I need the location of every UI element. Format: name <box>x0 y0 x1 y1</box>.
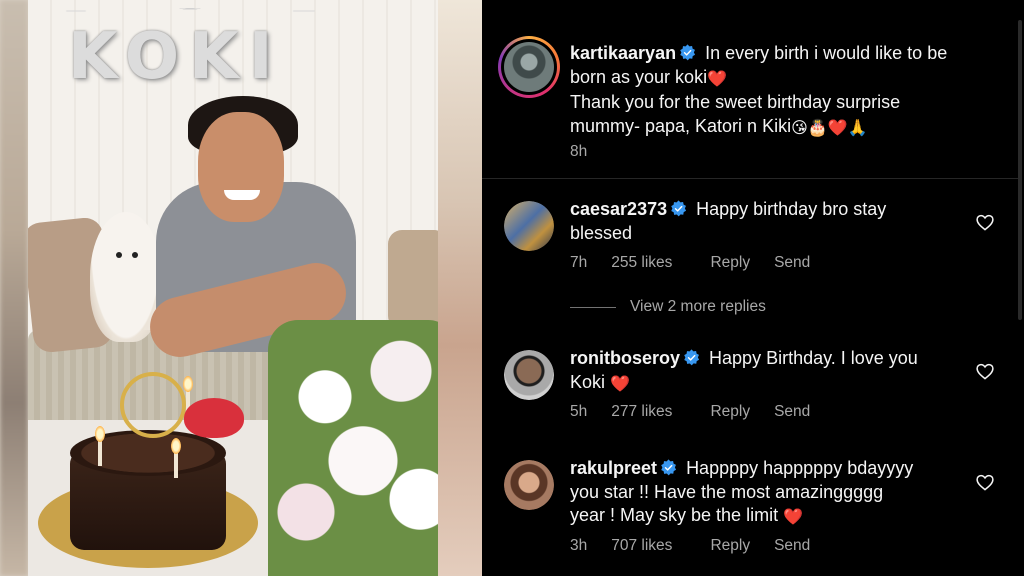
comment-avatar[interactable] <box>504 350 554 400</box>
heart-emoji: ❤️ <box>610 375 630 393</box>
dog-eye <box>132 252 138 258</box>
reply-button[interactable]: Reply <box>710 254 750 272</box>
post-meta: 8h <box>570 143 611 161</box>
comment-time[interactable]: 5h <box>570 403 587 421</box>
like-heart-icon[interactable] <box>976 474 994 491</box>
comment: rakulpreet Happppy happpppy bdayyyy you … <box>570 457 970 530</box>
comment-meta: 7h 255 likes Reply Send <box>570 254 834 272</box>
comment-text-line: Koki <box>570 371 606 392</box>
lips-decoration <box>184 398 244 438</box>
caption-line: mummy- papa, Katori n Kiki <box>570 115 792 136</box>
dog-eye <box>116 252 122 258</box>
cake-topper <box>120 372 186 438</box>
candle-flame <box>95 426 105 442</box>
caption-line: born as your koki <box>570 66 708 87</box>
candle <box>98 440 102 466</box>
comment-time[interactable]: 3h <box>570 537 587 555</box>
view-replies-label: View 2 more replies <box>630 298 766 315</box>
photo-blur-left <box>0 0 28 576</box>
post-author-username[interactable]: kartikaaryan <box>570 43 676 63</box>
post-caption: kartikaaryan In every birth i would like… <box>570 42 1010 140</box>
person-head <box>198 112 284 222</box>
comment-meta: 3h 707 likes Reply Send <box>570 537 834 555</box>
candle-flame <box>171 438 181 454</box>
verified-badge-icon <box>680 44 696 61</box>
comment-text-line: Happy birthday bro stay <box>696 199 887 219</box>
post-time[interactable]: 8h <box>570 143 587 161</box>
photo-blur-right <box>438 0 482 576</box>
cushion <box>388 230 438 330</box>
comment-avatar[interactable] <box>504 460 554 510</box>
flower-bouquet <box>268 320 438 576</box>
reply-button[interactable]: Reply <box>710 537 750 555</box>
view-replies-button[interactable]: View 2 more replies <box>570 298 766 316</box>
post-author-avatar[interactable] <box>498 36 560 98</box>
scrollbar[interactable] <box>1018 20 1022 320</box>
person-smile <box>224 190 260 200</box>
comment-username[interactable]: ronitboseroy <box>570 348 680 368</box>
verified-badge-icon <box>671 200 687 217</box>
heart-emoji: ❤️ <box>783 509 804 526</box>
candle <box>174 452 178 478</box>
verified-badge-icon <box>661 459 677 476</box>
comment-text-line: blessed <box>570 222 633 243</box>
verified-badge-icon <box>684 349 700 366</box>
comment-likes[interactable]: 277 likes <box>611 403 672 421</box>
like-heart-icon[interactable] <box>976 363 994 380</box>
comment-likes[interactable]: 707 likes <box>611 537 672 555</box>
post-photo-area: KOKI <box>0 0 482 576</box>
comment-username[interactable]: caesar2373 <box>570 199 667 219</box>
comment-avatar[interactable] <box>504 201 554 251</box>
balloons-decoration <box>38 0 418 22</box>
comment-text-line: you star !! Have the most amazinggggg <box>570 481 884 502</box>
post-photo[interactable]: KOKI <box>28 0 438 576</box>
like-heart-icon[interactable] <box>976 214 994 231</box>
replies-line <box>570 306 616 308</box>
heart-emoji: ❤️ <box>707 70 727 88</box>
comment-meta: 5h 277 likes Reply Send <box>570 403 834 421</box>
comment: ronitboseroy Happy Birthday. I love you … <box>570 347 950 396</box>
send-button[interactable]: Send <box>774 537 810 555</box>
comment-text-line: Happy Birthday. I love you <box>709 348 918 368</box>
comment: caesar2373 Happy birthday bro stay bless… <box>570 198 950 245</box>
reply-button[interactable]: Reply <box>710 403 750 421</box>
comments-panel: kartikaaryan In every birth i would like… <box>482 0 1024 576</box>
comment-text-line: Happppy happpppy bdayyyy <box>686 458 914 478</box>
send-button[interactable]: Send <box>774 403 810 421</box>
comment-likes[interactable]: 255 likes <box>611 254 672 272</box>
comment-text-line: year ! May sky be the limit <box>570 505 779 525</box>
comment-time[interactable]: 7h <box>570 254 587 272</box>
balloon-letters: KOKI <box>68 20 283 94</box>
caption-emojis: 😘🎂❤️🙏 <box>791 119 868 137</box>
caption-line: Thank you for the sweet birthday surpris… <box>570 92 901 112</box>
candle-flame <box>183 376 193 392</box>
comment-username[interactable]: rakulpreet <box>570 458 657 478</box>
send-button[interactable]: Send <box>774 254 810 272</box>
divider <box>482 178 1018 179</box>
caption-line: In every birth i would like to be <box>705 43 948 63</box>
